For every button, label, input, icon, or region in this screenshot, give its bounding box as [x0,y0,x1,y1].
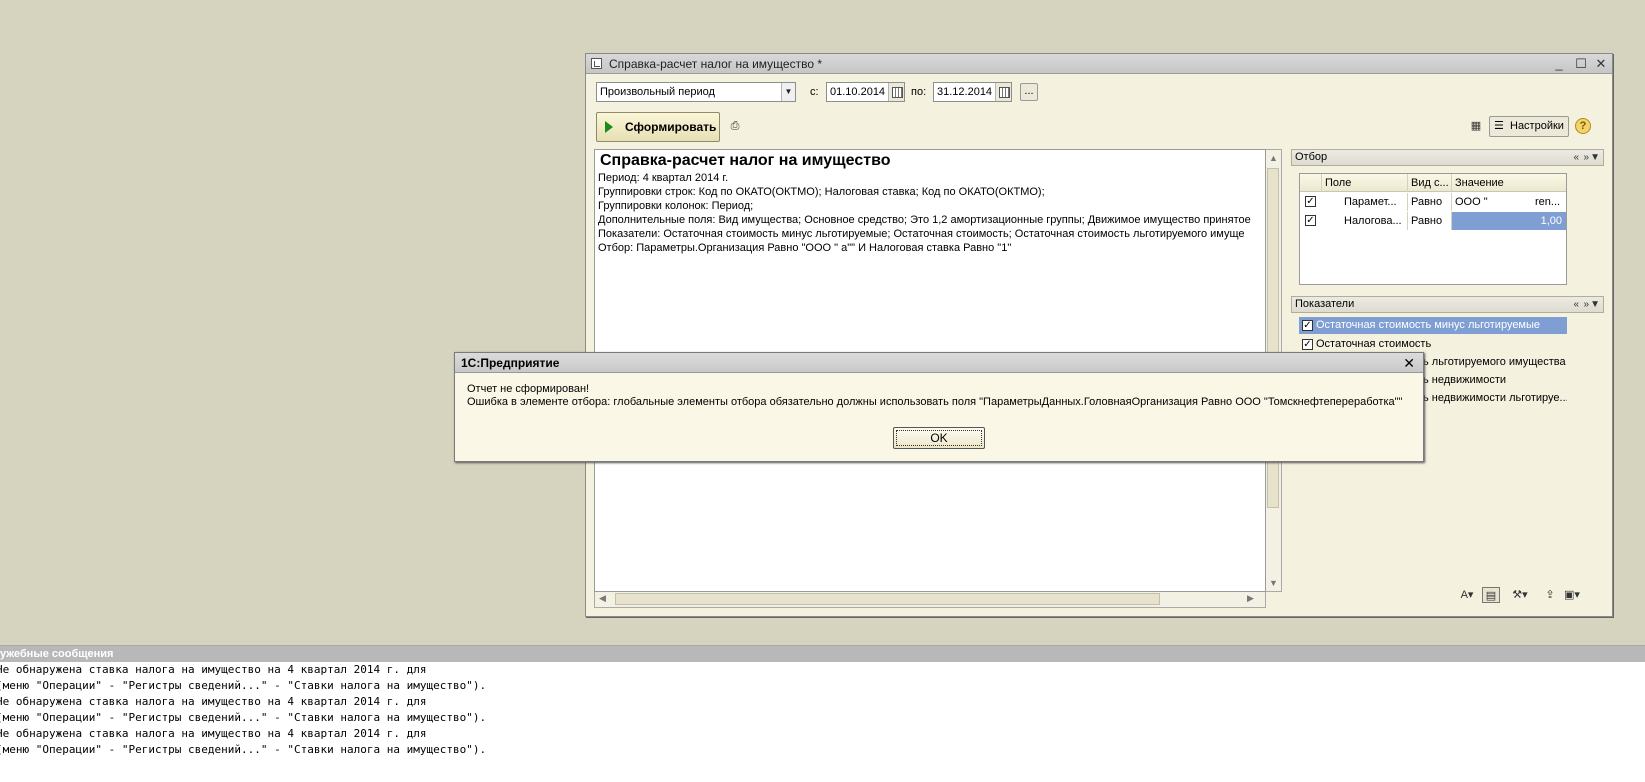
open-folder-icon[interactable]: ⇪ [1541,587,1559,603]
report-title: Справка-расчет налог на имущество [600,152,891,169]
period-to-label: по: [911,86,927,98]
indicator-label: Остаточная стоимость [1316,338,1432,350]
minimize-button[interactable]: _ [1550,55,1568,72]
row-checkbox[interactable]: ✓ [1305,196,1316,207]
indicator-label: ь льготируемого имущества [1423,356,1566,368]
table-view-icon[interactable]: ▦ [1467,118,1485,134]
chevron-down-icon[interactable]: ▼ [1590,150,1600,165]
scroll-down-icon[interactable]: ▼ [1269,578,1278,588]
scroll-up-icon[interactable]: ▲ [1269,153,1278,163]
wrench-icon[interactable]: ⚒▾ [1511,587,1529,603]
message-line: (меню "Операции" - "Регистры сведений...… [0,679,487,692]
period-from-input[interactable]: 01.10.2014 [826,82,905,102]
service-messages-title: ужебные сообщения [0,646,1645,662]
help-icon[interactable]: ? [1575,118,1591,134]
indicators-panel-header: Показатели « » ▼ [1291,296,1604,313]
print-icon[interactable]: ⎙ [726,118,744,134]
column-kind[interactable]: Вид с... [1408,174,1452,192]
report-line: Дополнительные поля: Вид имущества; Осно… [598,214,1251,226]
indicator-label: ь недвижимости льготируе... [1423,392,1567,404]
list-item[interactable]: ✓ Остаточная стоимость [1299,336,1567,353]
report-window: Справка-расчет налог на имущество * _ ☐ … [585,53,1613,617]
column-value[interactable]: Значение [1452,174,1566,192]
ok-button[interactable]: OK [893,427,985,449]
row-kind: Равно [1408,193,1452,211]
message-line: (меню "Операции" - "Регистры сведений...… [0,743,487,756]
scroll-left-icon[interactable]: ◀ [599,593,606,604]
filter-grid[interactable]: Поле Вид с... Значение ✓ Парамет... Равн… [1299,173,1567,285]
column-field[interactable]: Поле [1322,174,1408,192]
indicator-checkbox[interactable]: ✓ [1302,339,1313,350]
period-more-button[interactable]: ... [1020,83,1038,101]
scroll-right-icon[interactable]: ▶ [1247,593,1254,604]
filter-panel-header: Отбор « » ▼ [1291,149,1604,166]
period-from-value: 01.10.2014 [830,86,886,98]
calendar-icon[interactable] [995,83,1011,101]
table-row[interactable]: ✓ Парамет... Равно ООО " ren... [1300,193,1566,211]
maximize-button[interactable]: ☐ [1572,55,1590,72]
collapse-icon[interactable]: « [1573,150,1579,165]
close-icon[interactable]: ✕ [1403,353,1415,373]
row-kind: Равно [1408,212,1452,230]
filter-grid-header: Поле Вид с... Значение [1300,174,1566,192]
report-line: Группировки колонок: Период; [598,200,754,212]
chevron-down-icon[interactable]: ▼ [781,83,795,101]
row-value-selected[interactable]: 1,00 [1452,212,1566,230]
filter-panel-title: Отбор [1295,151,1328,163]
report-horizontal-scrollbar[interactable]: ◀ ▶ [594,592,1266,608]
collapse-icon[interactable]: « [1573,297,1579,312]
table-row[interactable]: ✓ Налогова... Равно 1,00 [1300,212,1566,230]
message-line: Не обнаружена ставка налога на имущество… [0,727,427,740]
service-messages-panel: ужебные сообщения Не обнаружена ставка н… [0,645,1645,782]
message-line: Не обнаружена ставка налога на имущество… [0,663,427,676]
row-field: Парамет... [1322,193,1408,211]
close-window-button[interactable]: ✕ [1592,55,1610,72]
window-title: Справка-расчет налог на имущество * [609,57,823,71]
calendar-icon[interactable] [888,83,904,101]
row-checkbox[interactable]: ✓ [1305,215,1316,226]
chevron-down-icon[interactable]: ▼ [1590,297,1600,312]
indicator-label: ь недвижимости [1423,374,1507,386]
dialog-message-line: Отчет не сформирован! [467,383,590,395]
scroll-thumb[interactable] [615,593,1160,605]
window-title-bar[interactable]: Справка-расчет налог на имущество * _ ☐ … [586,54,1612,74]
message-line: (меню "Операции" - "Регистры сведений...… [0,711,487,724]
report-line: Группировки строк: Код по ОКАТО(ОКТМО); … [598,186,1045,198]
report-line: Период: 4 квартал 2014 г. [598,172,729,184]
font-icon[interactable]: A▾ [1458,587,1476,603]
settings-button[interactable]: ☰ Настройки [1489,116,1569,137]
play-icon [605,121,613,133]
dialog-message: Отчет не сформирован! Ошибка в элементе … [467,383,1402,409]
list-item[interactable]: ✓ Остаточная стоимость минус льготируемы… [1299,317,1567,334]
dialog-title-bar[interactable]: 1С:Предприятие ✕ [455,353,1423,373]
period-from-label: с: [810,86,819,98]
save-icon[interactable]: ▣▾ [1563,587,1581,603]
row-field: Налогова... [1322,212,1408,230]
dialog-message-line: Ошибка в элементе отбора: глобальные эле… [467,396,1403,408]
indicators-panel-title: Показатели [1295,298,1355,310]
expand-icon[interactable]: » [1583,150,1589,165]
period-to-value: 31.12.2014 [937,86,993,98]
settings-label: Настройки [1510,120,1564,132]
layout-icon[interactable]: ▤ [1482,587,1500,603]
expand-icon[interactable]: » [1583,297,1589,312]
settings-icon: ☰ [1494,120,1504,132]
generate-label: Сформировать [625,120,717,134]
period-type-value: Произвольный период [600,86,715,98]
indicator-label: Остаточная стоимость минус льготируемые [1316,319,1541,331]
report-line: Отбор: Параметры.Организация Равно "ООО … [598,242,1012,254]
period-to-input[interactable]: 31.12.2014 [933,82,1012,102]
report-icon [591,58,602,69]
generate-button[interactable]: Сформировать [596,112,720,142]
indicator-checkbox[interactable]: ✓ [1302,320,1313,331]
report-line: Показатели: Остаточная стоимость минус л… [598,228,1245,240]
dialog-title: 1С:Предприятие [461,356,560,370]
row-value: ООО " [1455,196,1488,208]
error-dialog: 1С:Предприятие ✕ Отчет не сформирован! О… [454,352,1424,462]
row-value-suffix: ren... [1535,196,1561,208]
message-line: Не обнаружена ставка налога на имущество… [0,695,427,708]
period-type-select[interactable]: Произвольный период ▼ [596,82,796,102]
